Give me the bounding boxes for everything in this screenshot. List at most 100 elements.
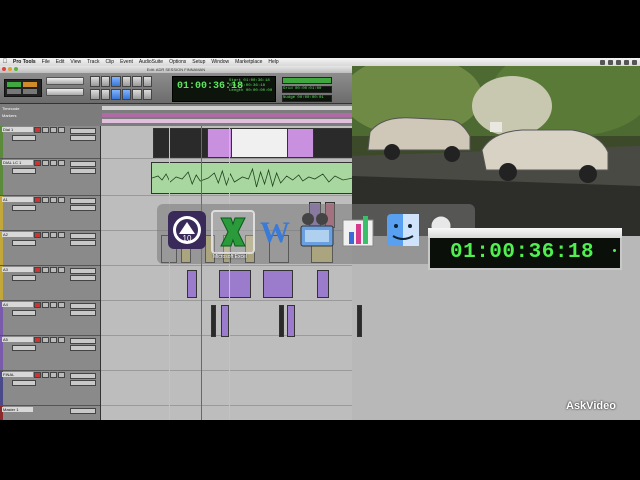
markers-ruler[interactable] [102,113,352,117]
output-selector[interactable] [70,310,96,316]
zoom-controls[interactable] [46,77,84,85]
solo-button[interactable] [50,337,57,343]
input-monitor-button[interactable] [42,232,49,238]
zoom-window-button[interactable] [14,67,18,71]
shuffle-mode-button[interactable] [7,82,21,87]
menu-track[interactable]: Track [84,59,102,65]
audio-clip[interactable] [263,270,293,298]
audio-clip[interactable] [317,270,329,298]
input-selector[interactable] [70,338,96,344]
selection-fields[interactable]: Start 01:00:36:18 End 01:00:36:18 Length… [229,79,272,94]
track-name[interactable]: A4 [2,302,33,307]
trim-tool-icon[interactable] [100,76,110,87]
audio-clip[interactable] [219,270,251,298]
track-view-selector[interactable] [12,168,36,174]
record-enable-button[interactable] [34,197,41,203]
menu-help[interactable]: Help [265,59,281,65]
end-value[interactable]: 01:00:36:18 [239,84,265,88]
output-selector[interactable] [70,408,96,414]
playhead-cursor[interactable] [201,126,202,420]
zoomer-tool-icon[interactable] [90,76,100,87]
spot-mode-button[interactable] [7,89,21,94]
input-selector[interactable] [70,373,96,379]
apple-menu-icon[interactable]:  [0,59,10,65]
big-counter-title-bar[interactable] [428,228,622,238]
track-lane[interactable] [101,266,352,301]
input-monitor-button[interactable] [42,267,49,273]
spotlight-icon[interactable] [632,59,637,65]
input-selector[interactable] [70,303,96,309]
output-selector[interactable] [70,205,96,211]
input-monitor-button[interactable] [42,337,49,343]
scrubber-tool-icon[interactable] [132,76,142,87]
track-lane[interactable] [101,159,354,196]
smart-tool-icon[interactable] [90,89,100,100]
big-counter-window[interactable]: 01:00:36:18 [428,228,622,270]
output-selector[interactable] [70,135,96,141]
track-view-selector[interactable] [12,345,36,351]
menu-app-name[interactable]: Pro Tools [10,59,39,65]
tab-to-transient-icon[interactable] [100,89,110,100]
input-monitor-button[interactable] [42,127,49,133]
grid-value-field[interactable]: Grid 00:00:01:00 [282,86,332,93]
menu-options[interactable]: Options [166,59,189,65]
output-selector[interactable] [70,380,96,386]
track-lane[interactable] [101,301,362,337]
big-counter-menu-icon[interactable] [613,249,616,252]
microsoft-word-icon[interactable]: W [255,210,295,250]
edit-mode-selector[interactable] [4,79,42,97]
track-header[interactable]: A5 [0,336,100,371]
mute-button[interactable] [58,197,65,203]
track-name[interactable]: FINAL [2,372,33,377]
grid-button[interactable] [282,77,332,84]
track-lane[interactable] [101,406,352,420]
track-header[interactable]: Master 1 [0,406,100,420]
track-name[interactable]: A2 [2,232,33,237]
output-selector[interactable] [70,345,96,351]
solo-button[interactable] [50,302,57,308]
track-view-selector[interactable] [12,310,36,316]
solo-button[interactable] [50,197,57,203]
track-header[interactable]: FINAL [0,371,100,406]
solo-button[interactable] [50,232,57,238]
link-track-icon[interactable] [121,89,131,100]
minimize-window-button[interactable] [8,67,12,71]
selection-ruler[interactable] [102,119,352,123]
solo-button[interactable] [50,127,57,133]
wifi-icon[interactable] [600,59,605,65]
solo-button[interactable] [50,372,57,378]
audio-clip[interactable] [287,305,295,337]
track-name[interactable]: A1 [2,197,33,202]
microsoft-excel-icon[interactable] [211,210,255,254]
record-enable-button[interactable] [34,372,41,378]
selector-tool-icon[interactable] [111,76,121,87]
track-lane[interactable] [101,371,352,406]
mute-button[interactable] [58,160,65,166]
nudge-value-field[interactable]: Nudge 00:00:00:01 [282,95,332,102]
audio-clip[interactable] [279,305,284,337]
video-clip[interactable] [313,128,354,158]
menu-setup[interactable]: Setup [189,59,208,65]
battery-icon[interactable] [616,59,621,65]
output-selector[interactable] [70,240,96,246]
pencil-tool-icon[interactable] [142,76,152,87]
track-lane[interactable] [101,126,354,159]
menu-edit[interactable]: Edit [53,59,68,65]
input-monitor-button[interactable] [42,160,49,166]
audio-clip[interactable] [357,305,362,337]
audio-clip[interactable] [221,305,229,337]
menu-clip[interactable]: Clip [102,59,117,65]
clock-icon[interactable] [624,59,629,65]
start-value[interactable]: 01:00:36:18 [243,79,269,83]
track-header[interactable]: A2 [0,231,100,266]
slip-mode-button[interactable] [23,82,37,87]
track-header[interactable]: A1 [0,196,100,231]
window-title-bar[interactable]: Edit: ADR SESSION FINNAMAN [0,66,352,73]
track-header[interactable]: A3 [0,266,100,301]
track-name[interactable]: Dial 1 [2,127,33,132]
track-name[interactable]: Master 1 [2,407,33,412]
video-clip[interactable] [287,128,315,158]
audio-clip[interactable] [187,270,197,298]
mute-button[interactable] [58,302,65,308]
record-enable-button[interactable] [34,232,41,238]
